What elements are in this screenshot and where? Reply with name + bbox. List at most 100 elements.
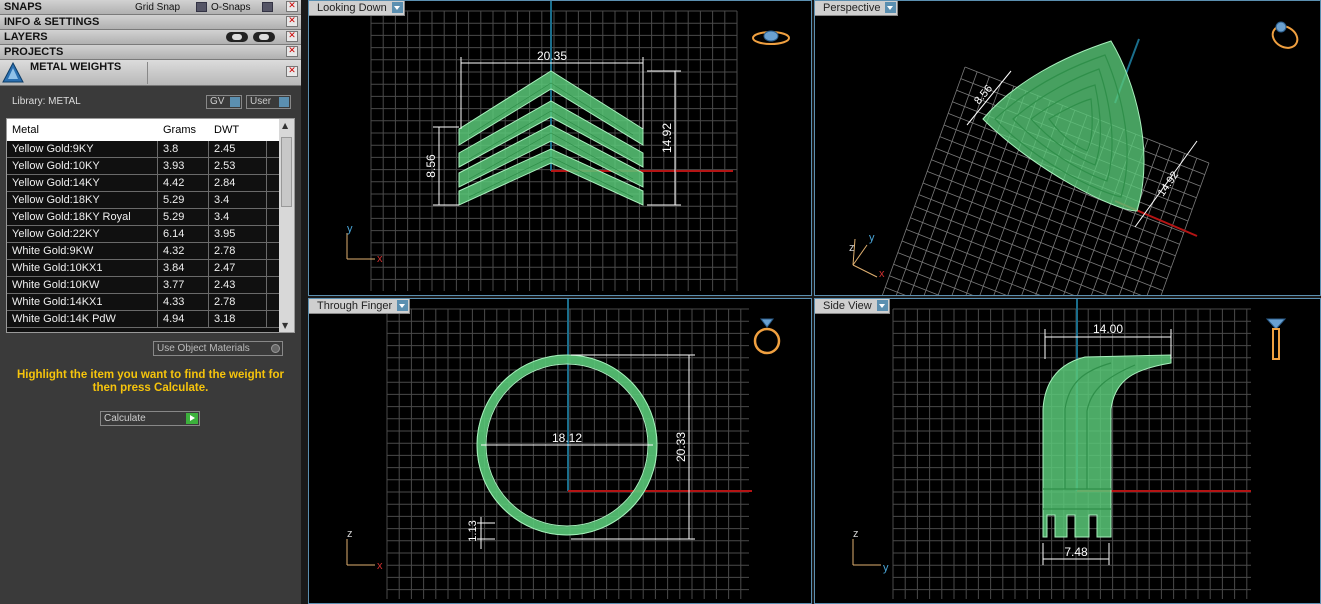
metal-cell: Yellow Gold:14KY bbox=[7, 175, 158, 191]
user-toggle[interactable]: User bbox=[246, 95, 291, 109]
ring-front-icon bbox=[753, 318, 781, 355]
grams-cell: 3.77 bbox=[158, 277, 209, 293]
close-icon[interactable]: ✕ bbox=[286, 66, 298, 77]
table-row[interactable]: White Gold:14K PdW 4.94 3.18 bbox=[7, 311, 279, 328]
ring-top-icon bbox=[752, 30, 790, 45]
table-row[interactable]: White Gold:10KX1 3.84 2.47 bbox=[7, 260, 279, 277]
metal-cell: Yellow Gold:9KY bbox=[7, 141, 158, 157]
close-icon[interactable]: ✕ bbox=[286, 1, 298, 12]
scroll-up-icon[interactable]: ▲ bbox=[282, 121, 288, 130]
use-object-materials-toggle[interactable]: Use Object Materials bbox=[153, 341, 283, 356]
ring-side-icon bbox=[1265, 318, 1287, 360]
info-settings-header[interactable]: INFO & SETTINGS ✕ bbox=[0, 15, 301, 30]
metal-cell: White Gold:14K PdW bbox=[7, 311, 158, 327]
table-row[interactable]: Yellow Gold:10KY 3.93 2.53 bbox=[7, 158, 279, 175]
grid-snap-toggle[interactable] bbox=[196, 2, 207, 12]
grams-cell: 3.84 bbox=[158, 260, 209, 276]
table-row[interactable]: White Gold:14KX1 4.33 2.78 bbox=[7, 294, 279, 311]
dimension-band: 8.56 bbox=[424, 154, 438, 178]
viewport-label-perspective[interactable]: Perspective bbox=[815, 1, 899, 16]
grams-cell: 4.94 bbox=[158, 311, 209, 327]
scrollbar-thumb[interactable] bbox=[281, 137, 292, 207]
dimension-top: 14.00 bbox=[1093, 322, 1123, 336]
osnaps-toggle[interactable] bbox=[262, 2, 273, 12]
axis-x-label: x bbox=[377, 560, 383, 572]
osnaps-label: O-Snaps bbox=[211, 2, 251, 13]
metal-weights-table: Metal Grams DWT Yellow Gold:9KY 3.8 2.45 Ye… bbox=[6, 118, 295, 333]
metal-weights-title: METAL WEIGHTS bbox=[30, 61, 122, 73]
viewport-title: Looking Down bbox=[317, 2, 387, 14]
viewport-label-looking-down[interactable]: Looking Down bbox=[309, 1, 405, 16]
viewport-label-side-view[interactable]: Side View bbox=[815, 299, 890, 314]
axis-y-label: y bbox=[347, 223, 353, 235]
hint-text: Highlight the item you want to find the … bbox=[16, 369, 285, 394]
dimension-width: 20.35 bbox=[537, 49, 567, 63]
grid-snap-label: Grid Snap bbox=[135, 2, 181, 13]
table-row[interactable]: Yellow Gold:18KY Royal 5.29 3.4 bbox=[7, 209, 279, 226]
radio-icon bbox=[271, 344, 280, 353]
axis-z-label: z bbox=[849, 242, 855, 254]
viewport-looking-down[interactable]: 20.35 14.92 8.56 y x Looking Down bbox=[308, 0, 812, 296]
layer-visibility-icon[interactable] bbox=[226, 32, 248, 42]
column-header-dwt[interactable]: DWT bbox=[209, 119, 267, 141]
viewport-side-view[interactable]: 14.00 7.48 z y Side View bbox=[814, 298, 1321, 604]
close-icon[interactable]: ✕ bbox=[286, 31, 298, 42]
snaps-title: SNAPS bbox=[4, 1, 42, 13]
axis-x-label: x bbox=[377, 253, 383, 265]
calculate-button[interactable]: Calculate bbox=[100, 411, 200, 426]
grams-cell: 3.93 bbox=[158, 158, 209, 174]
viewport-label-through-finger[interactable]: Through Finger bbox=[309, 299, 411, 314]
metal-cell: White Gold:9KW bbox=[7, 243, 158, 259]
chevron-down-icon[interactable] bbox=[876, 300, 888, 311]
gv-toggle[interactable]: GV bbox=[206, 95, 242, 109]
metal-weights-header[interactable]: METAL WEIGHTS ✕ bbox=[0, 60, 301, 86]
layers-header[interactable]: LAYERS ✕ bbox=[0, 30, 301, 45]
dwt-cell: 2.53 bbox=[209, 158, 267, 174]
axis-z-label: z bbox=[347, 528, 353, 540]
use-object-materials-label: Use Object Materials bbox=[157, 343, 250, 354]
metal-cell: Yellow Gold:22KY bbox=[7, 226, 158, 242]
grams-cell: 5.29 bbox=[158, 209, 209, 225]
scroll-down-icon[interactable]: ▼ bbox=[282, 321, 288, 330]
grams-cell: 4.42 bbox=[158, 175, 209, 191]
dwt-cell: 2.84 bbox=[209, 175, 267, 191]
table-row[interactable]: Yellow Gold:22KY 6.14 3.95 bbox=[7, 226, 279, 243]
eye-icon[interactable] bbox=[253, 32, 275, 42]
close-icon[interactable]: ✕ bbox=[286, 46, 298, 57]
metal-cell: White Gold:10KX1 bbox=[7, 260, 158, 276]
metal-cell: White Gold:10KW bbox=[7, 277, 158, 293]
metal-cell: Yellow Gold:18KY bbox=[7, 192, 158, 208]
ring-perspective-icon bbox=[1271, 21, 1299, 49]
dwt-cell: 3.95 bbox=[209, 226, 267, 242]
table-row[interactable]: Yellow Gold:18KY 5.29 3.4 bbox=[7, 192, 279, 209]
table-row[interactable]: White Gold:9KW 4.32 2.78 bbox=[7, 243, 279, 260]
viewport-perspective[interactable]: 8.56 14.92 z y x Perspective bbox=[814, 0, 1321, 296]
viewport-through-finger[interactable]: 18.12 20.33 1.13 z x Through Finger bbox=[308, 298, 812, 604]
table-scrollbar[interactable]: ▲ ▼ bbox=[279, 119, 294, 332]
metal-cell: White Gold:14KX1 bbox=[7, 294, 158, 310]
metal-cell: Yellow Gold:18KY Royal bbox=[7, 209, 158, 225]
header-divider bbox=[147, 62, 148, 84]
chevron-down-icon[interactable] bbox=[885, 2, 897, 13]
projects-header[interactable]: PROJECTS ✕ bbox=[0, 45, 301, 60]
dimension-thickness: 1.13 bbox=[467, 520, 479, 541]
chevron-down-icon[interactable] bbox=[397, 300, 409, 311]
calculate-label: Calculate bbox=[104, 413, 146, 424]
table-row[interactable]: White Gold:10KW 3.77 2.43 bbox=[7, 277, 279, 294]
dimension-height: 14.92 bbox=[660, 123, 674, 153]
chevron-down-icon[interactable] bbox=[391, 2, 403, 13]
snaps-header[interactable]: SNAPS Grid Snap O-Snaps ✕ bbox=[0, 0, 301, 15]
column-header-metal[interactable]: Metal bbox=[7, 119, 158, 141]
dwt-cell: 2.47 bbox=[209, 260, 267, 276]
dwt-cell: 2.45 bbox=[209, 141, 267, 157]
table-row[interactable]: Yellow Gold:9KY 3.8 2.45 bbox=[7, 141, 279, 158]
table-row[interactable]: Yellow Gold:14KY 4.42 2.84 bbox=[7, 175, 279, 192]
close-icon[interactable]: ✕ bbox=[286, 16, 298, 27]
info-settings-title: INFO & SETTINGS bbox=[4, 16, 100, 28]
layers-title: LAYERS bbox=[4, 31, 48, 43]
axis-z-label: z bbox=[853, 528, 859, 540]
viewport-title: Through Finger bbox=[317, 300, 393, 312]
viewport-title: Perspective bbox=[823, 2, 881, 14]
projects-title: PROJECTS bbox=[4, 46, 64, 58]
column-header-grams[interactable]: Grams bbox=[158, 119, 209, 141]
